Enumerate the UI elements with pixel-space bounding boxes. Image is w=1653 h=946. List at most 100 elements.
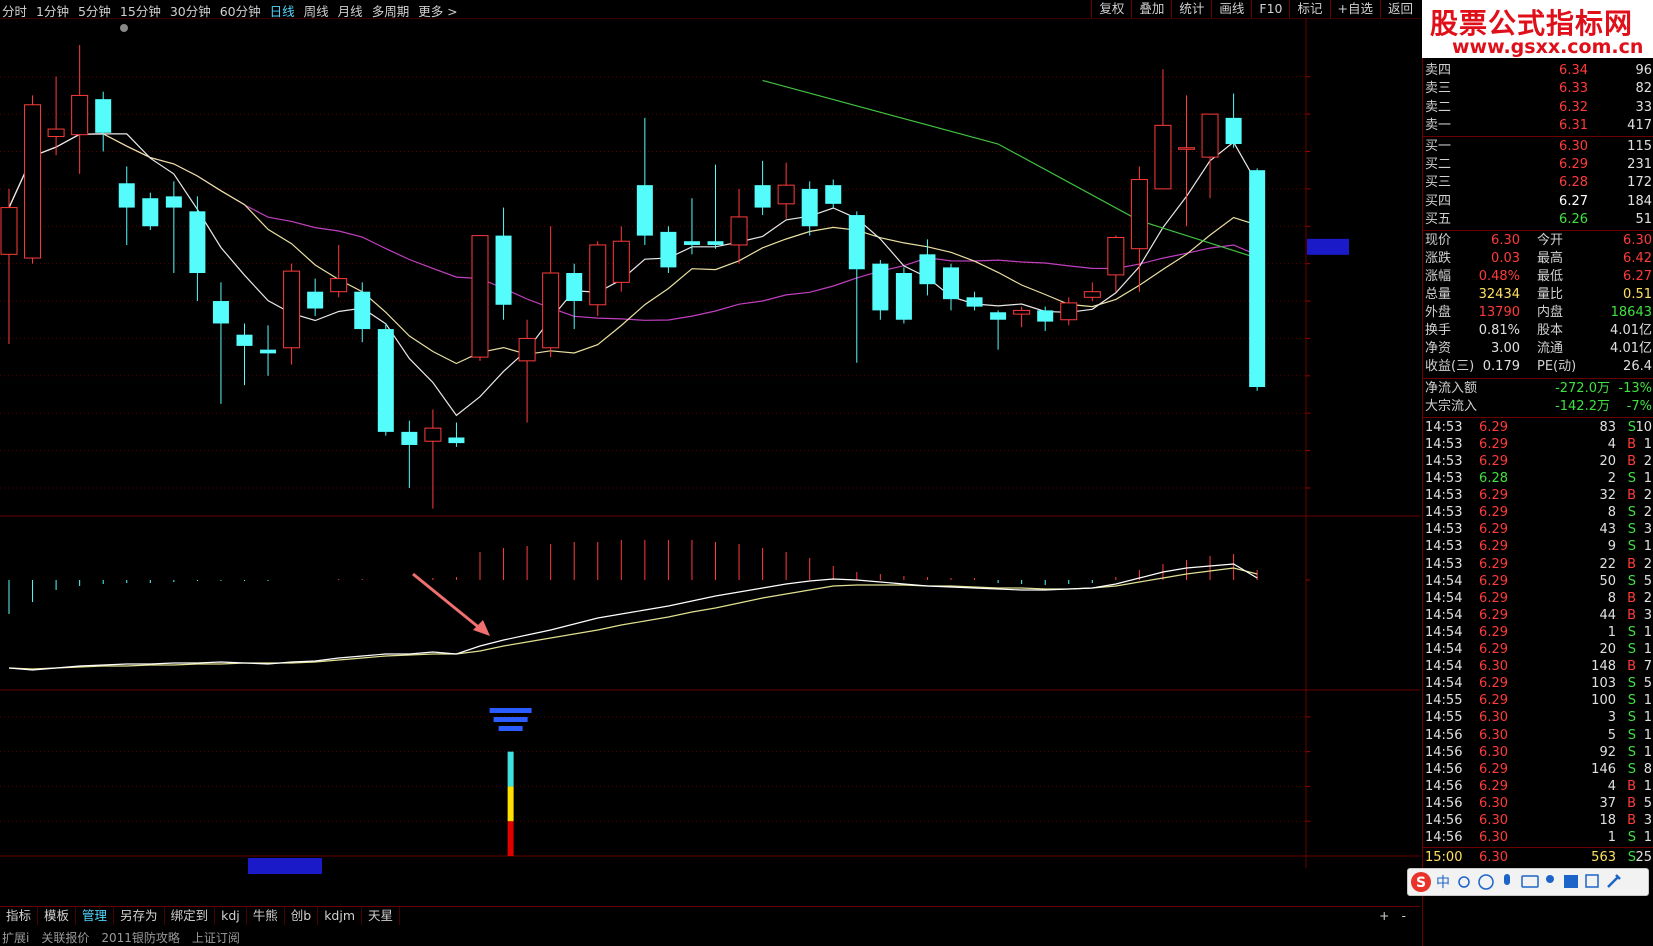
indicator-button-5[interactable]: kdj [215,907,247,925]
candle-body-up [71,94,89,136]
ime-mode-label[interactable]: 中 [1436,875,1450,891]
zoom-button-1[interactable]: - [1395,907,1412,925]
zoom-button-0[interactable]: + [1373,907,1395,925]
candle-body-down [566,273,583,302]
tick-price: 6.29 [1479,607,1508,623]
candle-body-up [330,278,348,293]
tick-price: 6.29 [1479,573,1508,589]
indicator-button-7[interactable]: 创b [285,907,319,925]
tick-side: B [1627,607,1636,623]
tool-button-6[interactable]: +自选 [1329,0,1380,18]
dropdown-icon[interactable] [120,24,128,32]
tick-count: 1 [1643,624,1652,640]
tool-button-7[interactable]: 返回 [1379,0,1420,18]
info-item-2[interactable]: 2011银防攻略 [101,931,180,945]
tick-price: 6.29 [1479,488,1508,504]
stat-label: 净资 [1425,341,1452,357]
indicator-button-4[interactable]: 绑定到 [165,907,216,925]
indicator-button-9[interactable]: 天星 [362,907,401,925]
stat-value: 6.30 [1623,232,1652,248]
tick-volume: 43 [1599,522,1616,538]
tool-button-2[interactable]: 统计 [1171,0,1211,18]
quote-row: 总量 32434 量比 0.51 [1423,286,1653,304]
user-icon [1546,875,1554,883]
quote-row: 15:00 6.30 563 S 25 [1423,849,1653,867]
info-item-0[interactable]: 扩展ⅰ [2,931,29,945]
candle-body-up [1060,302,1078,321]
tick-volume: 20 [1599,642,1616,657]
stat-label: 涨跌 [1425,250,1452,266]
tick-side: S [1627,471,1636,486]
candle-body-up [730,216,748,246]
separator [1423,416,1653,418]
indicator-button-1[interactable]: 模板 [38,907,77,925]
info-item-1[interactable]: 关联报价 [41,931,89,945]
tick-count: 1 [1643,830,1652,846]
quote-row: 14:55 6.30 3 S 1 [1423,709,1653,727]
chart-area[interactable] [0,18,1420,906]
quote-row: 外盘 13790 内盘 18643 [1423,304,1653,322]
shirt-icon [1564,875,1578,888]
bid-volume: 184 [1627,193,1652,209]
period-toolbar: 分时 1分钟 5分钟 15分钟 30分钟 60分钟 日线 周线 月线 多周期 更多 > 复权 叠加 统计… [0,0,1420,19]
ime-toolbar[interactable]: S 中 [1407,868,1649,896]
tick-count: 1 [1643,710,1652,726]
candle-body-down [1249,170,1266,388]
bid-volume: 51 [1635,211,1652,227]
flow-percent: -13% [1618,380,1652,396]
candle-body-up [471,235,489,358]
bid-label: 买一 [1425,139,1452,155]
quote-row: 14:54 6.30 148 B 7 [1423,658,1653,676]
tool-button-5[interactable]: 标记 [1289,0,1329,18]
quote-row: 买一 6.30 115 [1423,138,1653,156]
quote-row: 14:53 6.29 22 B 2 [1423,556,1653,574]
tick-time: 14:53 [1425,436,1463,452]
stat-value: 26.4 [1623,359,1652,375]
stat-value: 18643 [1610,305,1652,321]
quote-row: 14:53 6.29 9 S 1 [1423,538,1653,556]
tick-time: 14:56 [1425,761,1463,777]
tool-button-1[interactable]: 叠加 [1131,0,1171,18]
tick-side: S [1627,676,1636,692]
tick-price: 6.29 [1479,642,1508,657]
tick-volume: 2 [1607,471,1616,486]
tick-count: 8 [1643,761,1652,777]
candle-body-up [47,128,65,138]
indicator-button-3[interactable]: 另存为 [114,907,165,925]
grid-icon [1585,874,1599,888]
wrench-icon [1607,874,1621,888]
tick-volume: 37 [1599,795,1616,811]
tick-time: 14:54 [1425,624,1463,640]
info-item-3[interactable]: 上证订阅 [192,931,240,945]
flow-label: 净流入额 [1425,380,1478,396]
tool-button-0[interactable]: 复权 [1091,0,1131,18]
tick-volume: 8 [1607,505,1616,521]
quote-row: 现价 6.30 今开 6.30 [1423,232,1653,250]
tick-time: 14:54 [1425,607,1463,623]
tick-price: 6.29 [1479,676,1508,692]
tick-volume: 148 [1591,659,1616,675]
tick-side: S [1627,624,1636,640]
quote-row: 收益(三) 0.179 PE(动) 26.4 [1423,358,1653,376]
indicator-button-6[interactable]: 牛熊 [247,907,285,925]
stat-label: 换手 [1425,323,1452,339]
stat-label: 今开 [1537,232,1564,248]
indicator-button-8[interactable]: kdjm [318,907,363,925]
tick-side: B [1627,778,1636,794]
candle-body-down [801,188,818,227]
dea-line [8,567,1258,670]
quote-row: 卖四 6.34 96 [1423,62,1653,80]
quote-row: 卖二 6.32 33 [1423,99,1653,117]
quote-row: 14:56 6.29 4 B 1 [1423,778,1653,796]
indicator-button-0[interactable]: 指标 [0,907,39,925]
quote-row: 14:53 6.29 32 B 2 [1423,487,1653,505]
annotation-arrowhead [473,620,490,636]
candle-body-down [260,349,277,354]
indicator-button-2[interactable]: 管理 [76,907,115,925]
tool-button-3[interactable]: 画线 [1211,0,1251,18]
stat-value: 0.179 [1482,359,1520,375]
tool-button-4[interactable]: F10 [1251,0,1289,18]
stat-label: 量比 [1537,287,1564,302]
tick-time: 14:53 [1425,453,1463,469]
duck-marker-bar [493,717,528,722]
